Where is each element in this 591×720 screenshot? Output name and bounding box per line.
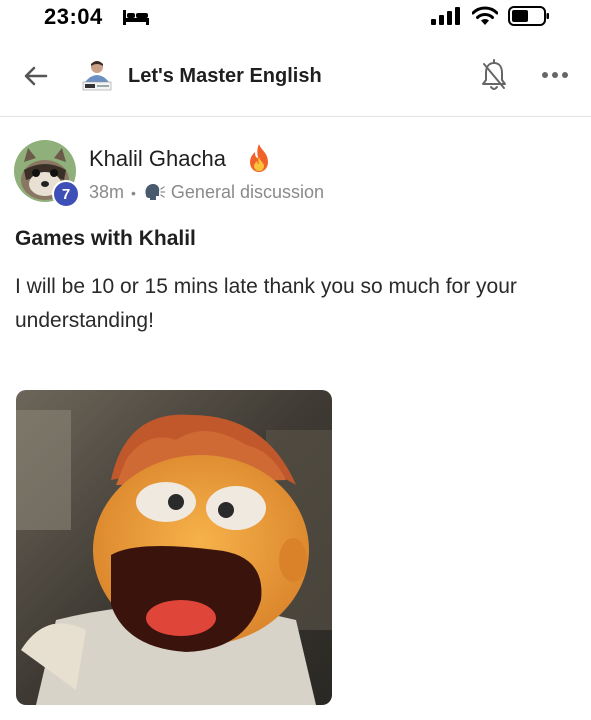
group-header: Let's Master English [0, 44, 591, 117]
post-title: Games with Khalil [15, 227, 196, 250]
post-gif-image[interactable] [16, 390, 332, 705]
battery-icon [508, 6, 549, 26]
speaking-head-icon [145, 183, 165, 200]
bell-off-icon[interactable] [480, 59, 508, 93]
status-time: 23:04 [44, 4, 103, 29]
meta-separator: • [131, 184, 136, 201]
post-meta: 38m • General discussion [89, 182, 324, 203]
post-body: I will be 10 or 15 mins late thank you s… [15, 275, 517, 332]
back-arrow-icon[interactable] [22, 62, 50, 90]
author-name[interactable]: Khalil Ghacha [89, 146, 226, 172]
fire-icon [250, 144, 268, 172]
level-badge: 7 [52, 180, 80, 208]
more-icon[interactable] [541, 70, 569, 80]
post-category[interactable]: General discussion [171, 182, 324, 203]
wifi-icon [472, 6, 498, 25]
status-bar: 23:04 [0, 0, 591, 36]
bed-icon [123, 10, 149, 25]
post-time: 38m [89, 182, 125, 202]
group-title[interactable]: Let's Master English [128, 65, 322, 88]
group-avatar[interactable] [80, 58, 114, 94]
signal-icon [431, 7, 460, 25]
